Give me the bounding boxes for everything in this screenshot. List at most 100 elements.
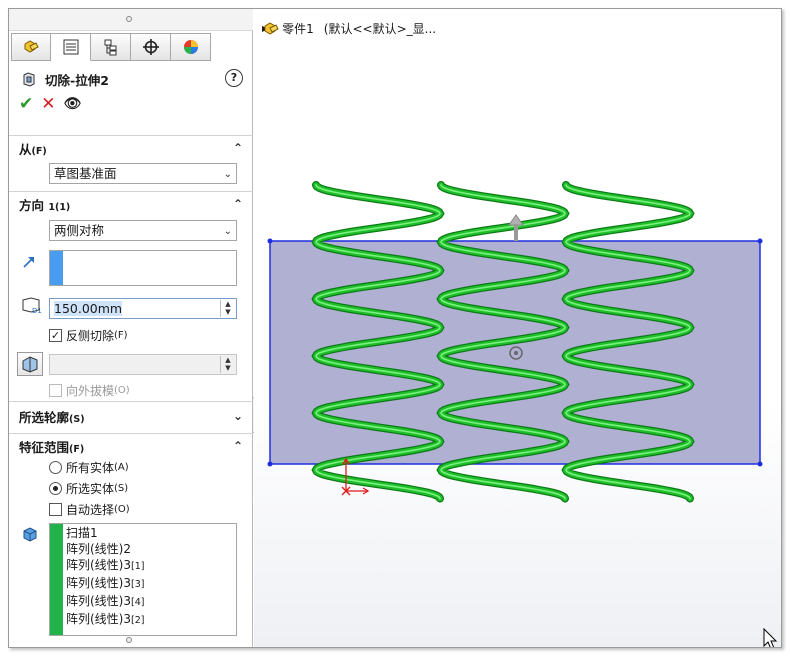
depth-spinner[interactable]: ▲ ▼ — [220, 300, 235, 317]
property-manager-panel: 切除-拉伸2 ? ✔ ✕ 👁 从(F) ⌃ 草图基准面 ⌄ 方向 1(1) ⌃ — [9, 9, 253, 647]
panel-splitter-top[interactable] — [9, 9, 253, 31]
display-manager-icon — [183, 40, 198, 54]
body-name: 阵列(线性)3 — [66, 558, 131, 572]
all-bodies-radio[interactable]: 所有实体 (A) — [49, 459, 129, 476]
body-list-item[interactable]: 扫描1 — [66, 525, 144, 541]
from-start-condition-value: 草图基准面 — [54, 166, 117, 181]
feature-scope-label: 特征范围 — [19, 439, 70, 455]
body-instance-index: [3] — [131, 579, 145, 590]
draft-angle-spinner: ▲ ▼ — [220, 356, 235, 373]
direction1-header-label: 方向 — [19, 197, 45, 213]
graphics-area[interactable]: ▶ 零件1 (默认<<默认>_显... — [254, 9, 782, 647]
body-name: 扫描1 — [66, 526, 98, 540]
direction1-section-header[interactable]: 方向 1(1) ⌃ — [9, 192, 253, 216]
tab-feature-manager[interactable] — [11, 33, 51, 61]
flip-side-checkbox[interactable]: ✓ 反侧切除 (F) — [49, 327, 128, 344]
draft-outward-label: 向外拔模 — [66, 384, 115, 398]
body-list-item[interactable]: 阵列(线性)2 — [66, 541, 144, 557]
ok-button[interactable]: ✔ — [19, 95, 33, 113]
part-icon — [264, 22, 279, 35]
body-name: 阵列(线性)3 — [66, 594, 131, 608]
flip-side-label: 反侧切除 — [66, 329, 115, 343]
auto-select-checkbox-box[interactable] — [49, 503, 62, 516]
selected-contours-header[interactable]: 所选轮廓(S) ⌄ — [9, 402, 253, 430]
mouse-cursor-icon — [763, 627, 778, 647]
all-bodies-label: 所有实体 — [66, 461, 115, 475]
chevron-down-icon: ⌄ — [223, 226, 232, 237]
chevron-down-icon: ⌄ — [223, 169, 232, 180]
draft-icon — [22, 356, 38, 373]
direction-reference-listbox[interactable] — [49, 250, 237, 286]
body-instance-index: [2] — [131, 615, 145, 626]
feature-title: 切除-拉伸2 — [45, 72, 109, 88]
auto-select-checkbox[interactable]: 自动选择 (O) — [49, 501, 130, 518]
tab-property-manager[interactable] — [51, 33, 91, 61]
feature-scope-header[interactable]: 特征范围(F) ⌃ — [9, 434, 253, 458]
help-button[interactable]: ? — [225, 69, 243, 87]
tab-dimxpert-manager[interactable] — [131, 33, 171, 61]
tab-configuration-manager[interactable] — [91, 33, 131, 61]
model-viewport[interactable] — [254, 9, 782, 647]
application-window: 切除-拉伸2 ? ✔ ✕ 👁 从(F) ⌃ 草图基准面 ⌄ 方向 1(1) ⌃ — [8, 8, 782, 648]
selected-bodies-suffix: (S) — [114, 483, 129, 494]
auto-select-label: 自动选择 — [66, 503, 115, 517]
draft-toggle-button[interactable] — [17, 352, 43, 376]
detailed-preview-button[interactable]: 👁 — [64, 95, 82, 113]
cut-extrude-icon — [23, 72, 35, 87]
chevron-up-icon[interactable]: ⌃ — [233, 197, 243, 211]
feature-title-row: 切除-拉伸2 ? — [21, 69, 243, 89]
svg-text:D1: D1 — [32, 307, 42, 315]
body-name: 阵列(线性)3 — [66, 612, 131, 626]
selected-contours-label: 所选轮廓 — [19, 409, 70, 425]
body-list-item[interactable]: 阵列(线性)3[4] — [66, 593, 144, 611]
chevron-up-icon[interactable]: ⌃ — [233, 439, 243, 453]
auto-select-suffix: (O) — [114, 504, 130, 515]
draft-outward-suffix: (O) — [114, 385, 130, 396]
draft-outward-checkbox-box — [49, 384, 62, 397]
from-header-label: 从 — [19, 141, 32, 157]
selected-bodies-label: 所选实体 — [66, 482, 115, 496]
body-name: 阵列(线性)3 — [66, 576, 131, 590]
bodies-list: 扫描1 阵列(线性)2 阵列(线性)3[1] 阵列(线性)3[3] 阵列(线性)3[4]… — [66, 525, 144, 629]
from-start-condition-select[interactable]: 草图基准面 ⌄ — [49, 163, 237, 184]
manager-tabs — [11, 33, 211, 61]
cancel-button[interactable]: ✕ — [41, 95, 55, 113]
from-section: 从(F) ⌃ 草图基准面 ⌄ — [9, 135, 253, 191]
selected-bodies-radio[interactable]: 所选实体 (S) — [49, 480, 128, 497]
depth-value: 150.00mm — [54, 301, 123, 316]
body-instance-index: [1] — [131, 561, 145, 572]
chevron-up-icon[interactable]: ⌃ — [233, 141, 243, 155]
body-list-item[interactable]: 阵列(线性)3[2] — [66, 611, 144, 629]
tab-display-manager[interactable] — [171, 33, 211, 61]
flyout-feature-tree[interactable]: ▶ 零件1 (默认<<默认>_显... — [262, 20, 436, 37]
body-instance-index: [4] — [131, 597, 145, 608]
draft-outward-checkbox: 向外拔模 (O) — [49, 382, 130, 399]
solid-body-icon — [23, 527, 37, 542]
body-name: 阵列(线性)2 — [66, 542, 131, 556]
selected-bodies-radio-dot[interactable] — [49, 482, 62, 495]
from-section-header[interactable]: 从(F) ⌃ — [9, 136, 253, 160]
property-manager-icon — [63, 39, 78, 55]
direction1-section: 方向 1(1) ⌃ 两侧对称 ⌄ D1 150.00mm ▲ ▼ ✓ 反侧切除 (F… — [9, 191, 253, 401]
direction-arrow-icon — [23, 257, 34, 268]
end-condition-value: 两侧对称 — [54, 223, 105, 238]
depth-input[interactable]: 150.00mm ▲ ▼ — [49, 298, 237, 319]
body-list-item[interactable]: 阵列(线性)3[1] — [66, 557, 144, 575]
configuration-manager-icon — [104, 39, 116, 56]
all-bodies-radio-dot[interactable] — [49, 461, 62, 474]
panel-splitter-bottom[interactable] — [9, 633, 253, 647]
feature-manager-icon — [24, 40, 39, 53]
flip-side-suffix: (F) — [114, 330, 128, 341]
chevron-down-icon[interactable]: ⌄ — [233, 409, 243, 423]
body-list-item[interactable]: 阵列(线性)3[3] — [66, 575, 144, 593]
part-configuration: (默认<<默认>_显... — [323, 22, 437, 36]
flip-side-checkbox-box[interactable]: ✓ — [49, 329, 62, 342]
draft-angle-input: ▲ ▼ — [49, 354, 237, 375]
part-name: 零件1 — [282, 22, 314, 36]
end-condition-select[interactable]: 两侧对称 ⌄ — [49, 220, 237, 241]
depth-icon: D1 — [22, 297, 42, 315]
selected-contours-section: 所选轮廓(S) ⌄ — [9, 401, 253, 431]
bodies-to-affect-listbox[interactable]: 扫描1 阵列(线性)2 阵列(线性)3[1] 阵列(线性)3[3] 阵列(线性)3[4]… — [49, 523, 237, 636]
selected-contours-suffix: (S) — [69, 413, 85, 425]
dimxpert-manager-icon — [142, 39, 159, 55]
